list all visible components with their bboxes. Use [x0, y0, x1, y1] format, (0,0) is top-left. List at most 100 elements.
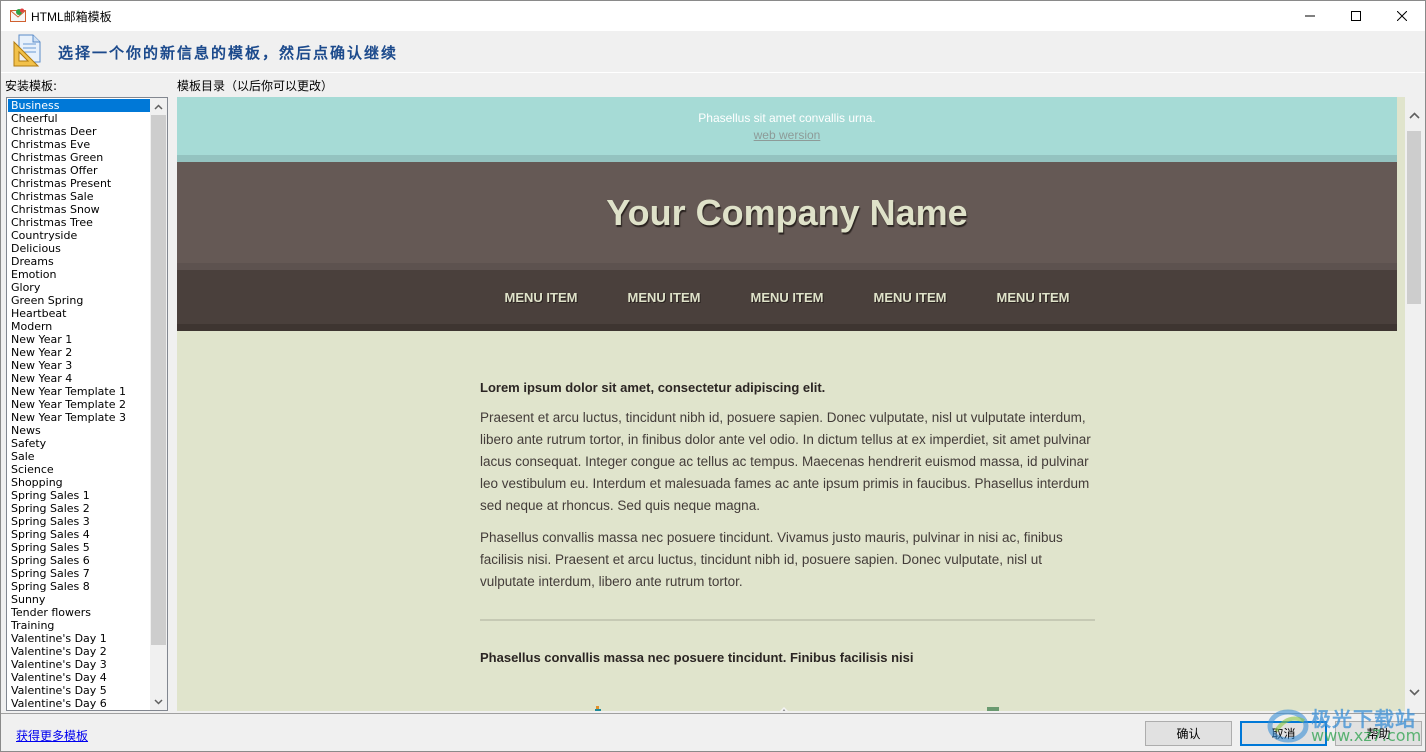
- preview-scrollbar-thumb[interactable]: [1407, 131, 1421, 304]
- content-paragraph-2: Phasellus convallis massa nec posuere ti…: [480, 530, 1063, 589]
- mail-template-app-icon: [10, 8, 26, 22]
- web-version-link[interactable]: web wersion: [754, 128, 821, 142]
- preview-banner-stripe: [177, 263, 1397, 270]
- template-list-item[interactable]: Spring Sales 4: [8, 528, 151, 541]
- instruction-text: 选择一个你的新信息的模板，然后点确认继续: [58, 44, 399, 62]
- template-list-item[interactable]: Christmas Eve: [8, 138, 151, 151]
- minimize-button[interactable]: [1287, 1, 1333, 31]
- template-list-item[interactable]: Spring Sales 8: [8, 580, 151, 593]
- preview-content: Lorem ipsum dolor sit amet, consectetur …: [480, 379, 1095, 667]
- template-list-item[interactable]: Christmas Deer: [8, 125, 151, 138]
- template-list-item[interactable]: Green Spring: [8, 294, 151, 307]
- preview-scroll-down-button[interactable]: [1405, 684, 1423, 701]
- content-heading-2: Phasellus convallis massa nec posuere ti…: [480, 650, 914, 665]
- content-heading-1: Lorem ipsum dolor sit amet, consectetur …: [480, 380, 826, 395]
- template-list-item[interactable]: Sunny: [8, 593, 151, 606]
- preview-menu-item[interactable]: MENU ITEM: [625, 290, 704, 305]
- template-list-item[interactable]: Valentine's Day 2: [8, 645, 151, 658]
- maximize-button[interactable]: [1333, 1, 1379, 31]
- template-list-item[interactable]: Spring Sales 2: [8, 502, 151, 515]
- preview-top-bar: [177, 97, 1397, 155]
- template-list-item[interactable]: Christmas Present: [8, 177, 151, 190]
- template-list-item[interactable]: New Year Template 1: [8, 385, 151, 398]
- template-list-item[interactable]: Heartbeat: [8, 307, 151, 320]
- preview-menu-stripe: [177, 324, 1397, 331]
- dialog-window: HTML邮箱模板 选择一个你的新信息的模板，然后点确认继续 安装模板: 模板目录…: [0, 0, 1426, 752]
- preview-menu-item[interactable]: MENU ITEM: [994, 290, 1073, 305]
- template-list-item[interactable]: Shopping: [8, 476, 151, 489]
- template-list-item[interactable]: Spring Sales 1: [8, 489, 151, 502]
- template-list-item[interactable]: Spring Sales 5: [8, 541, 151, 554]
- template-list-item[interactable]: Modern: [8, 320, 151, 333]
- preview-tagline: Phasellus sit amet convallis urna.: [698, 111, 876, 125]
- template-list-item[interactable]: Training: [8, 619, 151, 632]
- footer-divider: [1, 713, 1425, 714]
- chevron-down-icon: [154, 698, 163, 705]
- template-list-item[interactable]: News: [8, 424, 151, 437]
- template-preview: Phasellus sit amet convallis urna. web w…: [177, 97, 1423, 711]
- template-list-item[interactable]: New Year Template 3: [8, 411, 151, 424]
- feature-icon-1: [595, 706, 601, 711]
- preview-menu-item[interactable]: MENU ITEM: [871, 290, 950, 305]
- scroll-up-button[interactable]: [150, 98, 167, 115]
- preview-scroll-up-button[interactable]: [1405, 107, 1423, 124]
- template-list-item[interactable]: Spring Sales 3: [8, 515, 151, 528]
- template-list-item[interactable]: Cheerful: [8, 112, 151, 125]
- template-listbox[interactable]: Business Cheerful Christmas Deer Christmas …: [6, 97, 168, 711]
- template-list-item[interactable]: Spring Sales 6: [8, 554, 151, 567]
- template-list-item[interactable]: Delicious: [8, 242, 151, 255]
- template-list-item[interactable]: Valentine's Day 4: [8, 671, 151, 684]
- content-paragraph-1: Praesent et arcu luctus, tincidunt nibh …: [480, 410, 1091, 513]
- close-button[interactable]: [1379, 1, 1425, 31]
- content-divider: [480, 619, 1095, 621]
- scroll-down-button[interactable]: [150, 693, 167, 710]
- template-list-item[interactable]: Christmas Tree: [8, 216, 151, 229]
- template-list-item[interactable]: Valentine's Day 5: [8, 684, 151, 697]
- template-list-item[interactable]: Countryside: [8, 229, 151, 242]
- template-list-item[interactable]: Christmas Snow: [8, 203, 151, 216]
- template-list-item[interactable]: Valentine's Day 1: [8, 632, 151, 645]
- template-list-item[interactable]: Spring Sales 7: [8, 567, 151, 580]
- preview-menu: MENU ITEM MENU ITEM MENU ITEM MENU ITEM MENU…: [177, 270, 1397, 324]
- template-list-item[interactable]: Science: [8, 463, 151, 476]
- title-bar: HTML邮箱模板: [1, 1, 1425, 31]
- template-list-item[interactable]: Business: [8, 99, 151, 112]
- template-list-item[interactable]: Sale: [8, 450, 151, 463]
- get-more-templates-link[interactable]: 获得更多模板: [16, 727, 88, 744]
- feature-icon-3: [987, 707, 999, 711]
- window-title: HTML邮箱模板: [31, 10, 112, 24]
- preview-menu-item[interactable]: MENU ITEM: [502, 290, 581, 305]
- template-list-item[interactable]: Glory: [8, 281, 151, 294]
- minimize-icon: [1305, 15, 1315, 17]
- template-list-item[interactable]: New Year 4: [8, 372, 151, 385]
- template-list-item[interactable]: Tender flowers: [8, 606, 151, 619]
- scrollbar-thumb[interactable]: [151, 115, 166, 645]
- ok-button[interactable]: 确认: [1145, 721, 1232, 746]
- template-list-scrollbar[interactable]: [150, 98, 167, 710]
- header: 选择一个你的新信息的模板，然后点确认继续: [1, 31, 1425, 73]
- template-list-item[interactable]: Christmas Offer: [8, 164, 151, 177]
- template-list-item[interactable]: Valentine's Day 3: [8, 658, 151, 671]
- preview-scrollbar[interactable]: [1405, 97, 1423, 711]
- template-list-item[interactable]: New Year Template 2: [8, 398, 151, 411]
- template-list-item[interactable]: Safety: [8, 437, 151, 450]
- template-list-item[interactable]: New Year 1: [8, 333, 151, 346]
- close-icon: [1397, 11, 1407, 21]
- chevron-down-icon: [1408, 689, 1420, 696]
- feature-icon-2: [780, 707, 788, 711]
- chevron-up-icon: [154, 103, 163, 110]
- preview-feature-icons-row: [177, 706, 1397, 711]
- preview-top-stripe: [177, 155, 1397, 162]
- template-list-item[interactable]: New Year 3: [8, 359, 151, 372]
- template-list-item[interactable]: Dreams: [8, 255, 151, 268]
- template-document-icon: [13, 34, 41, 67]
- chevron-up-icon: [1408, 112, 1420, 119]
- template-list-item[interactable]: Emotion: [8, 268, 151, 281]
- template-list-item[interactable]: New Year 2: [8, 346, 151, 359]
- maximize-icon: [1351, 11, 1361, 21]
- template-list-item[interactable]: Valentine's Day 6: [8, 697, 151, 710]
- template-directory-label: 模板目录（以后你可以更改）: [177, 79, 334, 93]
- template-list-item[interactable]: Christmas Sale: [8, 190, 151, 203]
- preview-menu-item[interactable]: MENU ITEM: [748, 290, 827, 305]
- template-list-item[interactable]: Christmas Green: [8, 151, 151, 164]
